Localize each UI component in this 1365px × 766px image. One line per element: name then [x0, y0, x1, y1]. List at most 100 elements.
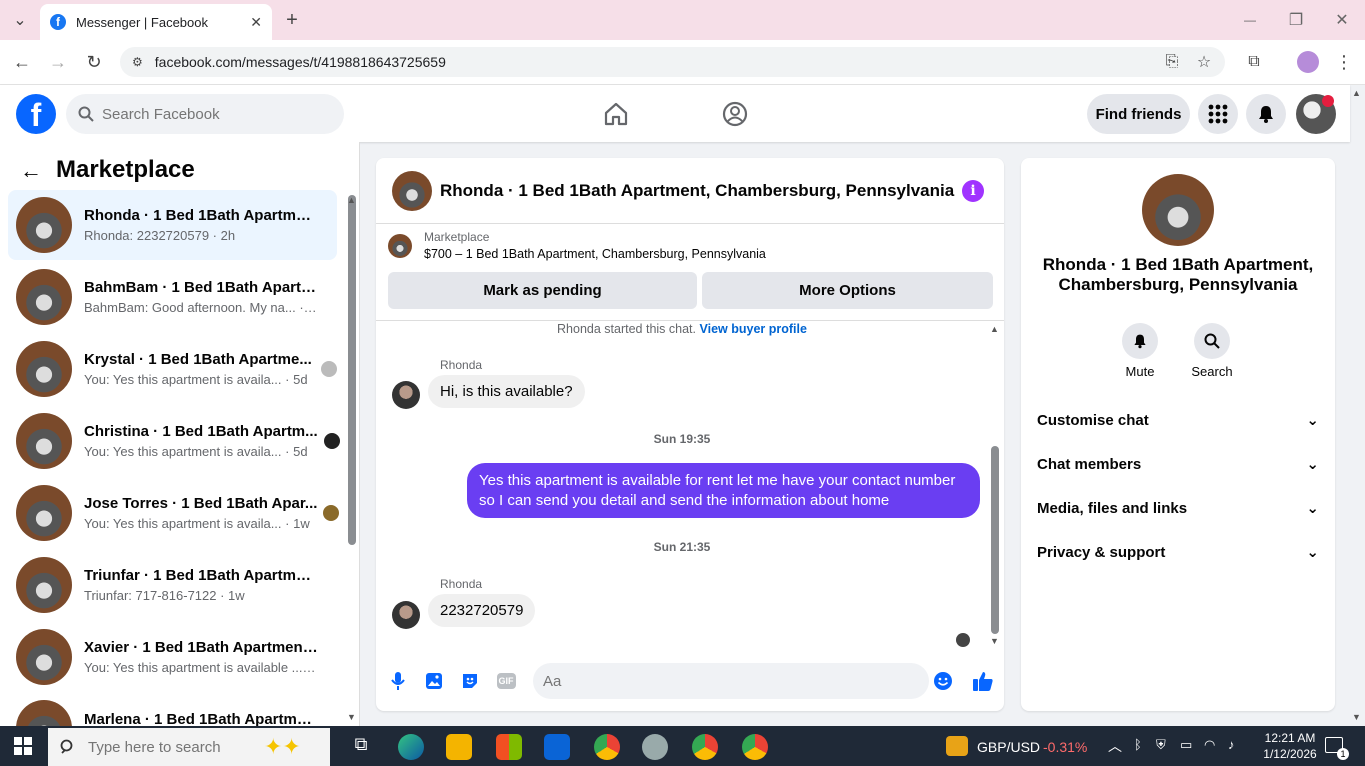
conversation-item[interactable]: Krystal · 1 Bed 1Bath Apartme... You: Yes… [8, 334, 337, 404]
security-icon[interactable]: ⛨ [1156, 737, 1166, 753]
chrome-icon[interactable] [594, 734, 620, 760]
conversation-preview: Rhonda: 2232720579 · 2h [84, 228, 236, 243]
notifications-bell-icon[interactable] [1246, 94, 1286, 134]
install-app-icon[interactable]: ⎘ [1160, 50, 1184, 74]
home-icon[interactable] [602, 100, 630, 128]
contact-avatar[interactable] [1142, 174, 1214, 246]
facebook-search[interactable] [66, 94, 344, 134]
conversation-item[interactable]: Rhonda · 1 Bed 1Bath Apartment... Rhonda:… [8, 190, 337, 260]
emoji-icon[interactable] [932, 670, 954, 692]
conversation-item[interactable]: Triunfar · 1 Bed 1Bath Apartment... Triun… [8, 550, 337, 620]
chat-title[interactable]: Rhonda · 1 Bed 1Bath Apartment, Chambers… [440, 181, 954, 201]
windows-start-icon[interactable] [14, 737, 32, 755]
sidebar-scrollbar[interactable] [348, 195, 356, 545]
minimize-icon[interactable]: — [1238, 8, 1262, 32]
edge-icon[interactable] [398, 734, 424, 760]
page-scroll-down-icon[interactable]: ▼ [1352, 712, 1361, 722]
app-icon[interactable] [642, 734, 668, 760]
window-close-icon[interactable]: ✕ [1330, 8, 1354, 32]
chrome-menu-icon[interactable]: ⋮ [1332, 50, 1356, 74]
taskbar-search[interactable]: ✦✦ [48, 728, 330, 766]
photo-icon[interactable] [423, 670, 445, 692]
chat-members-section[interactable]: Chat members ⌄ [1037, 452, 1319, 476]
forward-arrow-icon[interactable]: → [46, 50, 70, 74]
conversation-name: Xavier · 1 Bed 1Bath Apartment, ... [84, 639, 319, 656]
notification-count-badge: 1 [1337, 748, 1349, 760]
reload-icon[interactable]: ↻ [82, 50, 106, 74]
tab-title: Messenger | Facebook [76, 14, 208, 30]
show-hidden-icons-icon[interactable]: ︿ [1108, 736, 1122, 756]
customise-chat-section[interactable]: Customise chat ⌄ [1037, 408, 1319, 432]
message-sender: Rhonda [440, 358, 483, 372]
bell-icon [1122, 323, 1158, 359]
search-conversation-button[interactable] [1194, 323, 1230, 359]
groups-icon[interactable] [721, 100, 749, 128]
outgoing-message[interactable]: Yes this apartment is available for rent… [467, 463, 980, 518]
bookmark-star-icon[interactable]: ☆ [1192, 50, 1216, 74]
bluetooth-icon[interactable]: ᛒ [1134, 737, 1142, 752]
browser-tab[interactable]: f Messenger | Facebook ✕ [40, 4, 272, 40]
back-arrow-icon[interactable]: ← [20, 158, 42, 184]
conversation-item[interactable]: Jose Torres · 1 Bed 1Bath Apar... You: Ye… [8, 478, 340, 548]
info-icon[interactable]: i [962, 180, 984, 202]
ticker-symbol[interactable]: GBP/USD [977, 739, 1040, 755]
chevron-down-icon: ⌄ [1306, 500, 1319, 517]
profile-avatar[interactable] [1297, 51, 1319, 73]
facebook-search-input[interactable] [102, 105, 302, 123]
wifi-icon[interactable]: ◠ [1204, 737, 1215, 753]
conversation-preview: You: Yes this apartment is availa... · 5… [84, 444, 308, 459]
menu-grid-icon[interactable] [1198, 94, 1238, 134]
new-tab-button[interactable]: + [280, 8, 304, 32]
conversation-item[interactable]: Xavier · 1 Bed 1Bath Apartment, ... You: … [8, 622, 337, 692]
incoming-message[interactable]: 2232720579 [428, 594, 536, 627]
tab-search-chevron-icon[interactable]: ⌄ [8, 8, 32, 32]
sticker-icon[interactable] [459, 670, 481, 692]
site-settings-icon[interactable]: ⚙ [132, 55, 143, 69]
incoming-message[interactable]: Hi, is this available? [428, 375, 585, 408]
gif-icon[interactable]: GIF [495, 670, 517, 692]
outlook-icon[interactable] [544, 734, 570, 760]
search-icon [60, 739, 73, 754]
more-options-button[interactable]: More Options [702, 272, 993, 309]
mark-as-pending-button[interactable]: Mark as pending [388, 272, 697, 309]
listing-summary[interactable]: Marketplace $700 – 1 Bed 1Bath Apartment… [388, 230, 766, 261]
file-explorer-icon[interactable] [446, 734, 472, 760]
extensions-puzzle-icon[interactable]: ⧉ [1242, 50, 1266, 74]
privacy-support-section[interactable]: Privacy & support ⌄ [1037, 540, 1319, 564]
media-files-links-section[interactable]: Media, files and links ⌄ [1037, 496, 1319, 520]
close-tab-icon[interactable]: ✕ [250, 14, 262, 31]
sidebar-scroll-down-icon[interactable]: ▼ [347, 712, 356, 722]
view-buyer-profile-link[interactable]: View buyer profile [700, 322, 807, 336]
scroll-down-icon[interactable]: ▼ [990, 636, 999, 646]
taskbar-search-input[interactable] [88, 738, 258, 756]
find-friends-button[interactable]: Find friends [1087, 94, 1190, 134]
thumbs-up-icon[interactable] [971, 669, 995, 693]
url-bar[interactable]: ⚙ facebook.com/messages/t/41988186437256… [120, 47, 1225, 77]
task-view-icon[interactable]: ⧉ [348, 734, 374, 760]
conversation-name: Triunfar · 1 Bed 1Bath Apartment... [84, 567, 319, 584]
microphone-icon[interactable] [387, 670, 409, 692]
back-arrow-icon[interactable]: ← [10, 50, 34, 74]
sender-avatar[interactable] [392, 601, 420, 629]
restore-icon[interactable]: ❐ [1284, 8, 1308, 32]
message-composer[interactable] [533, 663, 929, 699]
page-scroll-up-icon[interactable]: ▲ [1352, 88, 1361, 98]
sidebar-scroll-up-icon[interactable]: ▲ [347, 195, 356, 205]
message-input[interactable] [543, 672, 913, 690]
chrome-profile-icon[interactable] [692, 734, 718, 760]
facebook-logo-icon[interactable]: f [16, 94, 56, 134]
conversation-item[interactable]: Christina · 1 Bed 1Bath Apartm... You: Ye… [8, 406, 340, 476]
scroll-up-icon[interactable]: ▲ [990, 324, 999, 334]
store-icon[interactable] [496, 734, 522, 760]
search-icon [1194, 323, 1230, 359]
chat-avatar[interactable] [392, 170, 432, 211]
chat-scrollbar[interactable] [991, 446, 999, 634]
sender-avatar[interactable] [392, 381, 420, 409]
conversation-item[interactable]: BahmBam · 1 Bed 1Bath Apartm... BahmBam: … [8, 262, 337, 332]
volume-icon[interactable]: ♪ [1228, 737, 1235, 752]
battery-icon[interactable]: ▭ [1180, 737, 1192, 753]
system-clock[interactable]: 12:21 AM 1/12/2026 [1255, 730, 1325, 762]
read-receipt-avatar [956, 633, 970, 647]
conversation-item[interactable]: Marlena · 1 Bed 1Bath Apartmen... [8, 694, 337, 726]
chrome-profile-icon[interactable] [742, 734, 768, 760]
